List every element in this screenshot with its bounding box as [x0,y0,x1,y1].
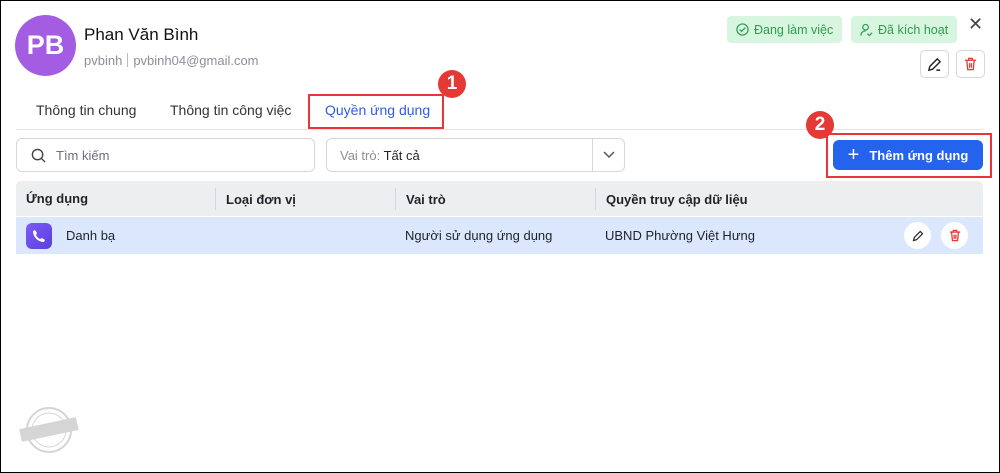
username: pvbinh [84,53,123,68]
tab-work-info[interactable]: Thông tin công việc [170,102,291,118]
separator [127,53,129,67]
trash-icon [964,57,977,71]
cell-unit-type [215,217,225,254]
contacts-app-icon [26,222,52,249]
delete-row-button[interactable] [941,222,968,249]
column-header-data-access: Quyền truy cập dữ liệu [595,188,748,210]
cell-app: Danh bạ [16,217,115,254]
app-name: Danh bạ [66,228,116,243]
table-header: Ứng dụng Loại đơn vị Vai trò Quyền truy … [16,181,983,216]
chevron-down-icon[interactable] [592,139,624,171]
status-badge-working: Đang làm việc [727,16,843,43]
tab-general-info[interactable]: Thông tin chung [36,102,136,118]
user-name: Phan Văn Bình [84,25,199,44]
avatar: PB [15,15,76,76]
trash-icon [949,229,960,242]
role-filter-label: Vai trò: [340,147,381,163]
cell-role: Người sử dụng ứng dụng [405,228,553,243]
user-check-icon [860,23,873,36]
add-app-label: Thêm ứng dụng [869,147,969,163]
role-filter-value: Vai trò: Tất cả [327,148,592,163]
plus-icon: + [847,143,860,166]
email: pvbinh04@gmail.com [133,53,259,68]
role-filter-select[interactable]: Vai trò: Tất cả [326,138,625,172]
watermark-stamp [19,407,79,453]
tab-app-permissions[interactable]: Quyền ứng dụng [325,102,430,118]
add-app-button[interactable]: + Thêm ứng dụng [833,140,983,170]
delete-user-button[interactable] [956,50,985,78]
close-icon[interactable]: ✕ [968,14,983,35]
table-row[interactable]: Danh bạ Người sử dụng ứng dụng UBND Phườ… [16,217,983,254]
cell-data-access: UBND Phường Việt Hưng [605,228,755,243]
search-icon [31,148,46,163]
pencil-icon [927,57,942,71]
search-field[interactable] [16,138,315,172]
tab-divider [16,129,983,130]
status-badge-activated: Đã kích hoạt [851,16,958,43]
badge-label: Đang làm việc [754,22,834,37]
pencil-icon [912,230,923,241]
user-meta: pvbinh pvbinh04@gmail.com [84,53,259,68]
edit-user-button[interactable] [920,50,949,78]
search-input[interactable] [56,147,296,163]
badge-label: Đã kích hoạt [878,22,949,37]
edit-row-button[interactable] [904,222,931,249]
annotation-badge-2: 2 [806,111,834,139]
annotation-badge-1: 1 [438,70,466,98]
column-header-role: Vai trò [395,188,446,210]
column-header-unit-type: Loại đơn vị [215,188,296,210]
role-filter-selected: Tất cả [383,147,420,163]
check-circle-icon [736,23,749,36]
column-header-app: Ứng dụng [26,191,89,206]
